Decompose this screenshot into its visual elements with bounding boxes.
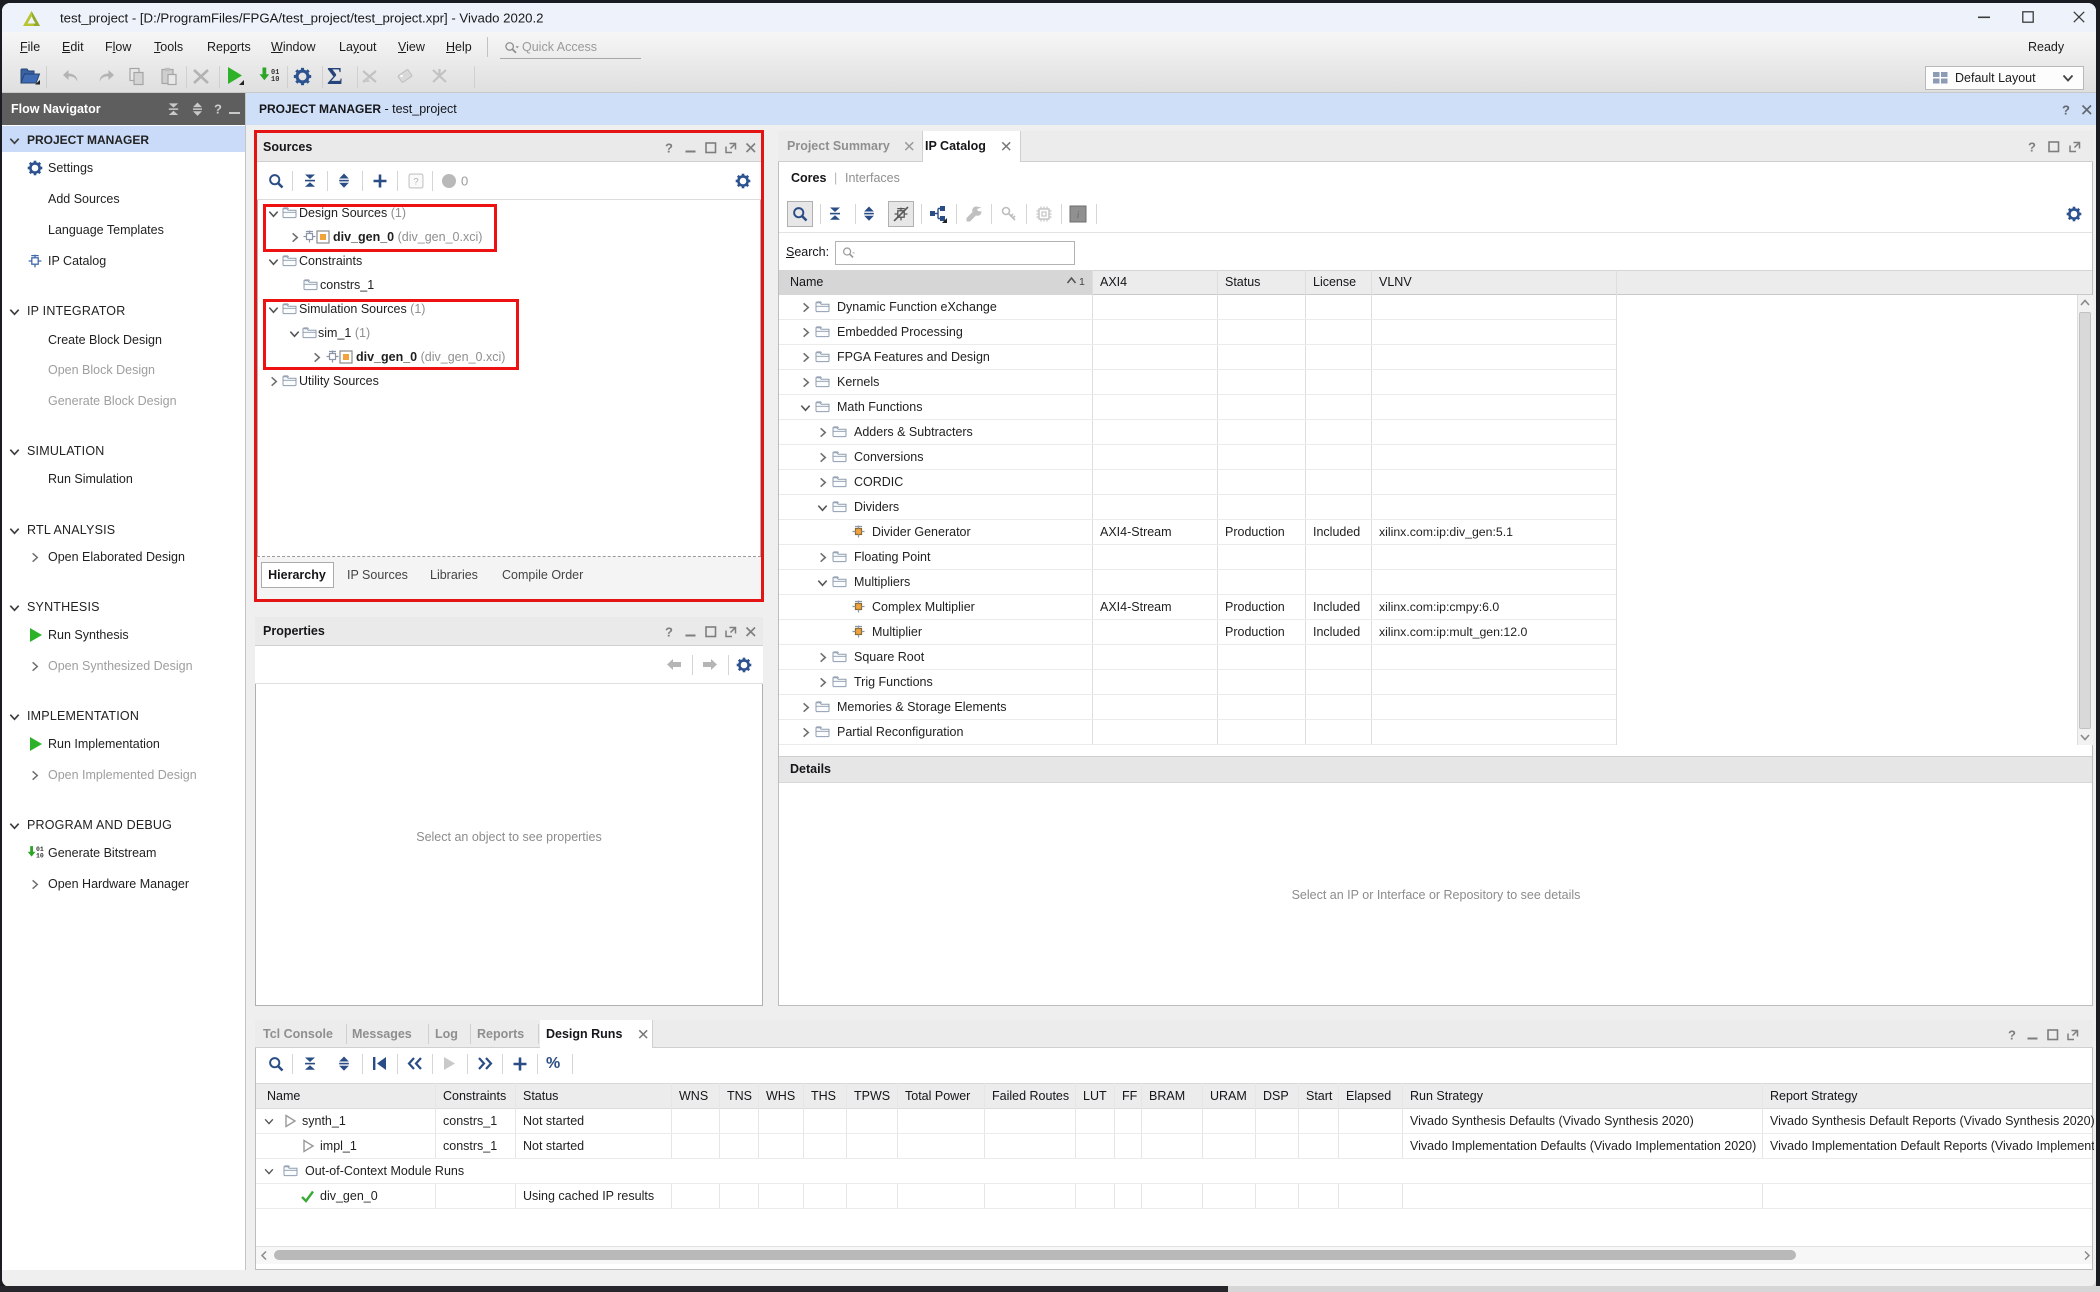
svg-text:?: ? — [2062, 103, 2070, 116]
svg-text:?: ? — [2028, 140, 2036, 153]
svg-text:?: ? — [665, 625, 673, 638]
svg-text:10: 10 — [36, 853, 44, 860]
svg-text:?: ? — [2008, 1028, 2016, 1041]
svg-text:i: i — [1077, 210, 1080, 221]
svg-text:10: 10 — [271, 76, 279, 84]
